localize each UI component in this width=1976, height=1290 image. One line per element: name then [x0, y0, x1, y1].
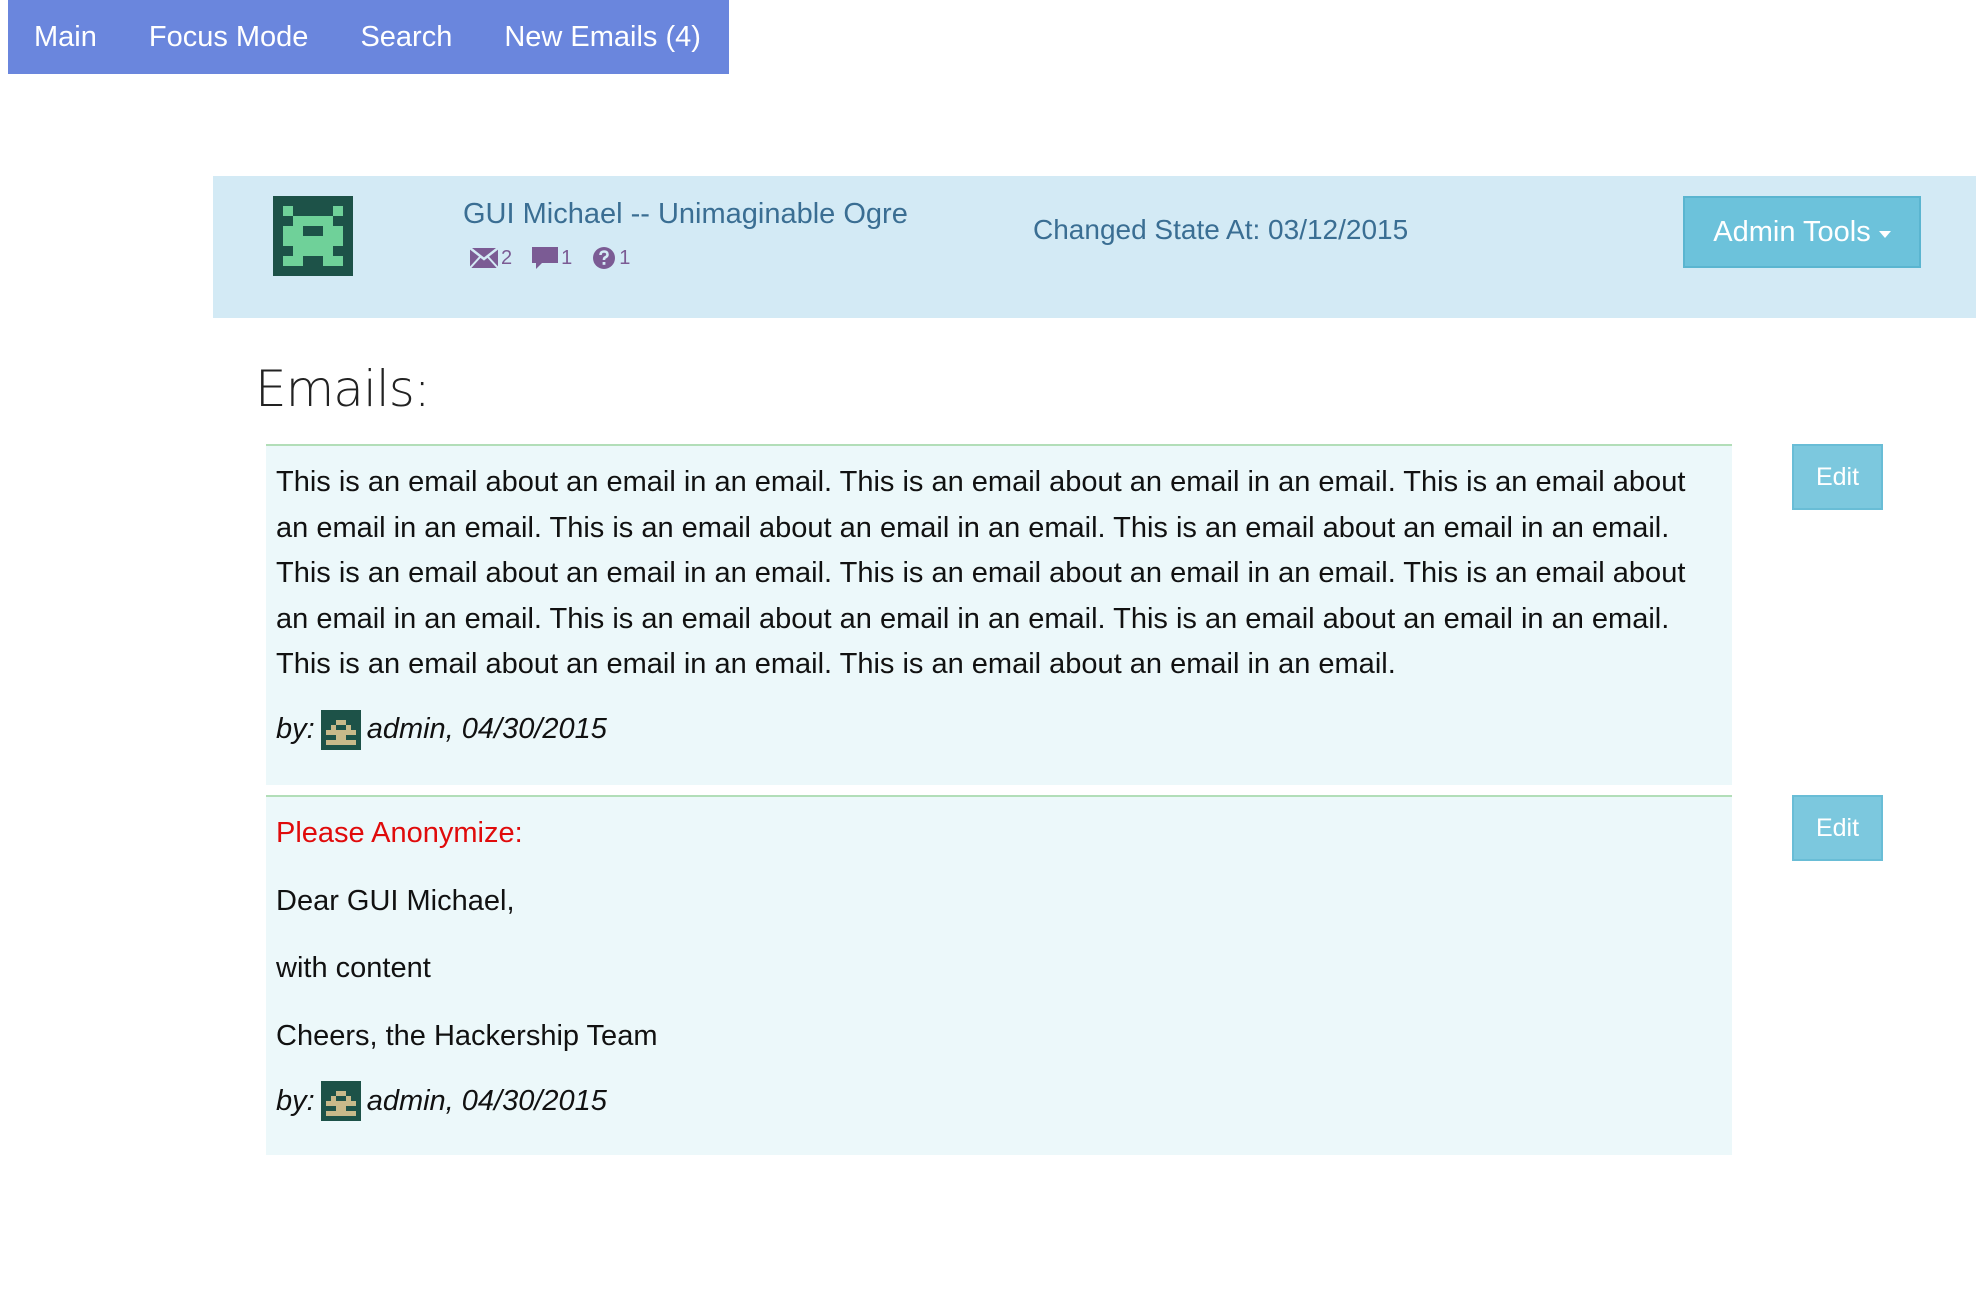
email-line: Dear GUI Michael, [276, 884, 515, 917]
question-count: 1 [592, 246, 630, 270]
envelope-icon [470, 248, 498, 268]
email-body: This is an email about an email in an em… [276, 466, 1686, 680]
email-card: Please Anonymize: Dear GUI Michael, with… [266, 795, 1732, 1155]
email-line: with content [276, 952, 431, 984]
admin-tools-label: Admin Tools [1713, 215, 1871, 248]
email-card: This is an email about an email in an em… [266, 444, 1732, 785]
question-count-value: 1 [619, 246, 631, 269]
nav-search[interactable]: Search [360, 21, 452, 54]
comment-count: 1 [532, 247, 572, 270]
applicant-header: GUI Michael -- Unimaginable Ogre 2 1 1 C… [213, 176, 1976, 318]
email-line: Cheers, the Hackership Team [276, 1019, 658, 1052]
comment-count-value: 1 [561, 246, 573, 269]
email-byline: by: admin, 04/30/2015 [276, 709, 1722, 750]
nav-focus-mode[interactable]: Focus Mode [149, 21, 309, 54]
email-count-value: 2 [501, 246, 513, 269]
avatar [273, 196, 353, 276]
top-nav: Main Focus Mode Search New Emails (4) [8, 0, 729, 74]
applicant-stats: 2 1 1 [470, 246, 630, 270]
email-count: 2 [470, 247, 512, 270]
comment-icon [532, 247, 559, 269]
applicant-name[interactable]: GUI Michael -- Unimaginable Ogre [463, 198, 908, 231]
author-date: admin, 04/30/2015 [366, 1084, 607, 1117]
state-changed-text: Changed State At: 03/12/2015 [1033, 214, 1409, 245]
author-avatar [320, 1081, 361, 1121]
emails-heading: Emails: [255, 360, 431, 418]
anonymize-warning: Please Anonymize: [276, 817, 523, 849]
edit-button[interactable]: Edit [1792, 795, 1883, 861]
by-label: by: [276, 1084, 315, 1117]
email-byline: by: admin, 04/30/2015 [276, 1081, 1722, 1121]
by-label: by: [276, 713, 315, 745]
caret-down-icon [1878, 230, 1891, 238]
edit-button[interactable]: Edit [1792, 444, 1883, 510]
nav-new-emails[interactable]: New Emails (4) [504, 21, 701, 54]
question-circle-icon [593, 247, 616, 269]
nav-main[interactable]: Main [34, 21, 97, 54]
author-avatar [320, 709, 361, 750]
author-date: admin, 04/30/2015 [366, 713, 607, 745]
admin-tools-button[interactable]: Admin Tools [1683, 196, 1921, 268]
